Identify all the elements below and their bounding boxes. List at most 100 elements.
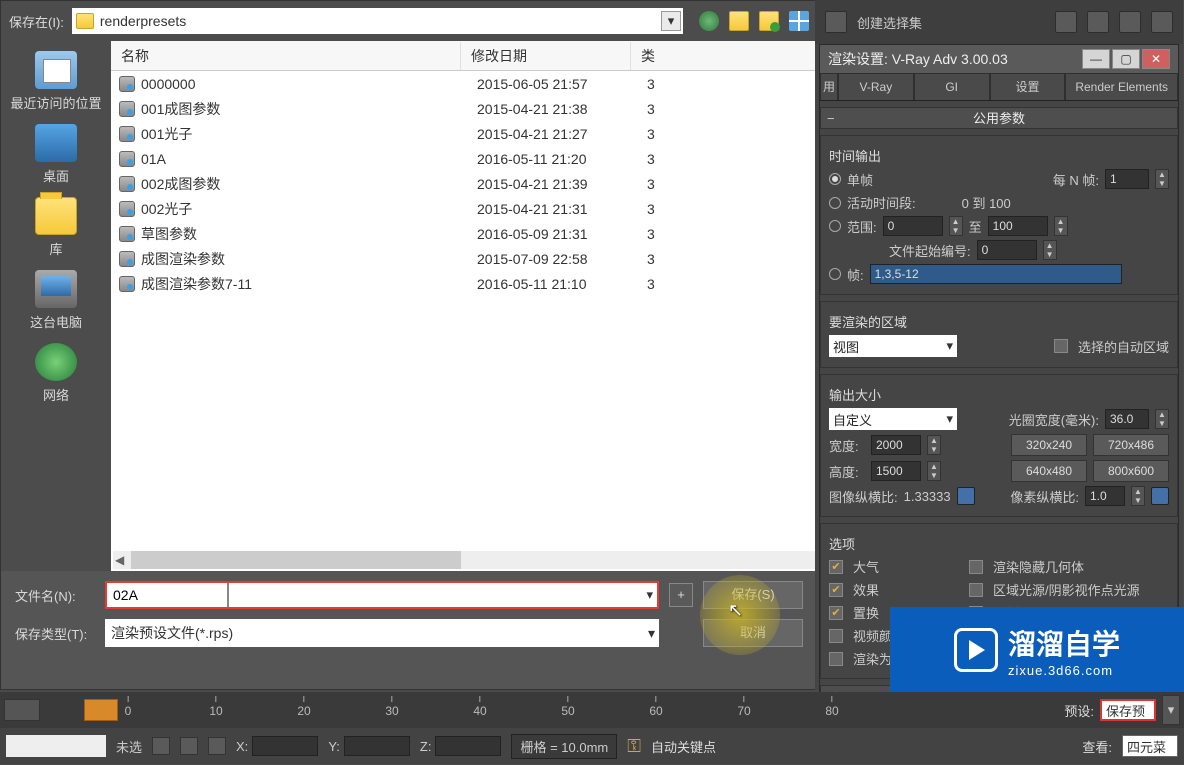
folder-dropdown[interactable] [72, 8, 683, 34]
height-input[interactable] [871, 461, 921, 481]
auto-region-checkbox[interactable] [1054, 339, 1068, 353]
range-from-input[interactable] [883, 216, 943, 236]
spinner[interactable]: ▲▼ [1043, 240, 1057, 260]
col-date[interactable]: 修改日期 [461, 42, 631, 70]
radio-single-frame[interactable] [829, 173, 841, 185]
file-row[interactable]: 001光子2015-04-21 21:273 [111, 121, 817, 146]
spinner[interactable]: ▲▼ [927, 435, 941, 455]
tool-icon[interactable] [1151, 11, 1173, 33]
res-320x240[interactable]: 320x240 [1011, 434, 1087, 456]
every-n-input[interactable] [1105, 169, 1149, 189]
tab-settings[interactable]: 设置 [990, 73, 1066, 100]
minimize-button[interactable]: — [1082, 49, 1110, 69]
tool-icon[interactable] [1119, 11, 1141, 33]
window-titlebar[interactable]: 渲染设置: V-Ray Adv 3.00.03 — ▢ ✕ [820, 45, 1178, 73]
option-checkbox[interactable] [829, 560, 843, 574]
file-name: 002成图参数 [141, 174, 477, 194]
folder-name-input[interactable] [100, 13, 679, 29]
spinner[interactable]: ▲▼ [1131, 486, 1145, 506]
spinner[interactable]: ▲▼ [1155, 409, 1169, 429]
spinner[interactable]: ▲▼ [927, 461, 941, 481]
tool-icon[interactable] [1087, 11, 1109, 33]
tab-common[interactable]: 用 [820, 73, 838, 100]
option-checkbox[interactable] [829, 583, 843, 597]
file-row[interactable]: 002光子2015-04-21 21:313 [111, 196, 817, 221]
tool-icon[interactable] [1055, 11, 1077, 33]
lock-icon[interactable] [152, 737, 170, 755]
lock-pixel-icon[interactable] [1151, 487, 1169, 505]
transform-type-icon[interactable] [208, 737, 226, 755]
col-name[interactable]: 名称 [111, 42, 461, 70]
tab-vray[interactable]: V-Ray [838, 73, 914, 100]
back-icon[interactable] [699, 11, 719, 31]
file-start-input[interactable] [977, 240, 1037, 260]
folder-dropdown-arrow[interactable] [661, 11, 681, 31]
frames-input[interactable] [870, 264, 1122, 284]
selection-set-label[interactable]: 创建选择集 [857, 13, 1045, 32]
time-slider-handle[interactable] [84, 699, 118, 721]
close-button[interactable]: ✕ [1142, 49, 1170, 69]
radio-active-segment[interactable] [829, 197, 841, 209]
common-params-header[interactable]: 公用参数 [820, 107, 1178, 129]
option-checkbox[interactable] [829, 606, 843, 620]
aperture-input[interactable] [1105, 409, 1149, 429]
radio-range[interactable] [829, 220, 841, 232]
file-row[interactable]: 草图参数2016-05-09 21:313 [111, 221, 817, 246]
file-row[interactable]: 01A2016-05-11 21:203 [111, 146, 817, 171]
file-row[interactable]: 成图渲染参数2015-07-09 22:583 [111, 246, 817, 271]
res-640x480[interactable]: 640x480 [1011, 460, 1087, 482]
view-mode-icon[interactable] [789, 11, 809, 31]
width-input[interactable] [871, 435, 921, 455]
option-checkbox[interactable] [969, 560, 983, 574]
spinner[interactable]: ▲▼ [1155, 169, 1169, 189]
filetype-combo[interactable]: 渲染预设文件(*.rps) [105, 619, 659, 647]
range-to-input[interactable] [988, 216, 1048, 236]
timeline-bar[interactable]: 01020304050607080 预设: 保存预 ▾ [0, 692, 1184, 728]
preset-dropdown-arrow[interactable]: ▾ [1162, 695, 1180, 725]
preset-combo[interactable]: 保存预 [1100, 699, 1156, 721]
file-row[interactable]: 001成图参数2015-04-21 21:383 [111, 96, 817, 121]
pixel-aspect-input[interactable] [1085, 486, 1125, 506]
render-area-group: 要渲染的区域 视图 选择的自动区域 [820, 301, 1178, 368]
filename-extra[interactable] [229, 583, 639, 607]
res-720x486[interactable]: 720x486 [1093, 434, 1169, 456]
area-combo[interactable]: 视图 [829, 335, 957, 357]
sidebar-item-network[interactable]: 网络 [35, 343, 77, 404]
file-row[interactable]: 002成图参数2015-04-21 21:393 [111, 171, 817, 196]
lock-aspect-icon[interactable] [957, 487, 975, 505]
file-type: 3 [647, 251, 809, 267]
option-checkbox[interactable] [969, 583, 983, 597]
res-800x600[interactable]: 800x600 [1093, 460, 1169, 482]
x-input[interactable] [252, 736, 318, 756]
option-checkbox[interactable] [829, 652, 843, 666]
tab-render-elements[interactable]: Render Elements [1065, 73, 1178, 100]
maximize-button[interactable]: ▢ [1112, 49, 1140, 69]
auto-key-button[interactable]: 自动关键点 [651, 737, 716, 756]
z-input[interactable] [435, 736, 501, 756]
new-folder-icon[interactable] [759, 11, 779, 31]
sidebar-item-computer[interactable]: 这台电脑 [30, 270, 82, 331]
key-icon[interactable]: ⚿ [627, 736, 641, 757]
filename-input[interactable] [107, 583, 227, 607]
spinner[interactable]: ▲▼ [1054, 216, 1068, 236]
file-row[interactable]: 00000002015-06-05 21:573 [111, 71, 817, 96]
plus-button[interactable]: + [669, 583, 693, 607]
pin-icon[interactable] [180, 737, 198, 755]
tool-icon[interactable] [825, 11, 847, 33]
view-combo[interactable]: 四元菜 [1122, 735, 1178, 757]
filename-combo[interactable] [105, 581, 659, 609]
output-size-combo[interactable]: 自定义 [829, 408, 957, 430]
sidebar-item-recent[interactable]: 最近访问的位置 [10, 51, 101, 112]
up-folder-icon[interactable] [729, 11, 749, 31]
timeline-toggle-icon[interactable] [4, 699, 40, 721]
radio-frames[interactable] [829, 268, 841, 280]
horizontal-scrollbar[interactable] [113, 551, 815, 569]
option-checkbox[interactable] [829, 629, 843, 643]
file-row[interactable]: 成图渲染参数7-112016-05-11 21:103 [111, 271, 817, 296]
spinner[interactable]: ▲▼ [949, 216, 963, 236]
sidebar-item-desktop[interactable]: 桌面 [35, 124, 77, 185]
sidebar-item-library[interactable]: 库 [35, 197, 77, 258]
tab-gi[interactable]: GI [914, 73, 990, 100]
col-type[interactable]: 类 [631, 42, 817, 70]
y-input[interactable] [344, 736, 410, 756]
